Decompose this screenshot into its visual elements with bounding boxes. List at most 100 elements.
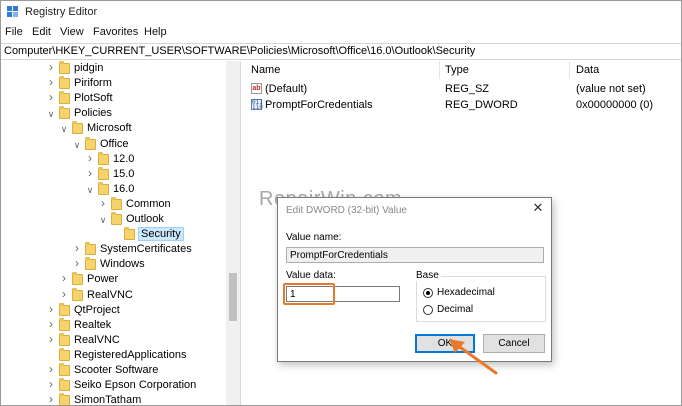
folder-icon (72, 287, 83, 301)
chevron-down-icon[interactable]: ∨ (60, 124, 68, 134)
value-type: REG_SZ (445, 83, 490, 95)
value-row[interactable]: ab (Default) REG_SZ (value not set) (243, 82, 681, 97)
tree-node[interactable]: › Common (1, 196, 226, 213)
folder-icon (85, 136, 96, 150)
tree-scrollbar[interactable] (226, 61, 240, 405)
menu-file[interactable]: File (5, 26, 23, 38)
string-value-icon: ab (251, 83, 262, 94)
folder-icon (124, 227, 135, 241)
tree-node-label: RealVNC (74, 333, 120, 346)
tree-node[interactable]: › Windows (1, 257, 226, 273)
chevron-right-icon[interactable]: › (86, 167, 94, 179)
chevron-right-icon[interactable]: › (99, 197, 107, 209)
folder-icon (85, 257, 96, 271)
tree-node[interactable]: › Power (1, 272, 226, 288)
tree-node-label: Outlook (126, 213, 164, 225)
value-row[interactable]: 011 110 PromptForCredentials REG_DWORD 0x… (243, 98, 681, 113)
tree-node[interactable]: ∨ Outlook (1, 212, 226, 228)
tree-node-label: Office (100, 137, 129, 150)
edit-dword-dialog: Edit DWORD (32-bit) Value ✕ Value name: … (277, 197, 552, 362)
tree-node[interactable]: › RealVNC (1, 287, 226, 304)
column-header-name[interactable]: Name (251, 64, 280, 76)
chevron-right-icon[interactable]: › (47, 91, 55, 103)
menu-help[interactable]: Help (144, 26, 167, 38)
title-bar: Registry Editor (1, 1, 681, 23)
dialog-title: Edit DWORD (32-bit) Value (286, 205, 407, 216)
tree-node[interactable]: ∨ Office (1, 136, 226, 153)
chevron-down-icon[interactable]: ∨ (47, 109, 55, 119)
address-bar[interactable]: Computer\HKEY_CURRENT_USER\SOFTWARE\Poli… (1, 43, 681, 60)
tree-node[interactable]: › 15.0 (1, 166, 226, 183)
chevron-right-icon[interactable]: › (47, 363, 55, 375)
base-group (416, 276, 546, 322)
chevron-right-icon[interactable]: › (73, 257, 81, 269)
chevron-down-icon[interactable]: ∨ (73, 140, 81, 150)
tree-node-label: Power (87, 273, 119, 286)
chevron-right-icon[interactable]: › (47, 76, 55, 88)
close-icon[interactable]: ✕ (531, 201, 545, 215)
value-name: PromptForCredentials (265, 99, 373, 111)
tree-node[interactable]: Security (1, 227, 226, 243)
tree-node-label: 16.0 (113, 182, 135, 195)
address-path[interactable]: Computer\HKEY_CURRENT_USER\SOFTWARE\Poli… (4, 45, 475, 57)
chevron-right-icon[interactable]: › (73, 242, 81, 254)
tree-node[interactable]: ∨ Microsoft (1, 121, 226, 137)
menu-bar: File Edit View Favorites Help (1, 25, 681, 42)
chevron-right-icon[interactable]: › (47, 318, 55, 330)
value-name-field: PromptForCredentials (286, 247, 544, 263)
window-title: Registry Editor (25, 6, 98, 18)
tree-node-label: Security (138, 227, 184, 242)
chevron-right-icon[interactable]: › (60, 288, 68, 300)
tree-node-label: Policies (74, 107, 112, 120)
tree-node[interactable]: › PlotSoft (1, 91, 226, 107)
radio-label: Hexadecimal (437, 287, 495, 298)
tree-node-label: Scooter Software (74, 364, 159, 376)
folder-icon (59, 106, 70, 120)
tree-node-label: Seiko Epson Corporation (74, 379, 197, 392)
registry-editor-icon (7, 6, 19, 18)
chevron-right-icon[interactable]: › (47, 393, 55, 405)
tree-node[interactable]: › Piriform (1, 76, 226, 92)
folder-icon (59, 61, 70, 74)
column-header-data[interactable]: Data (576, 64, 599, 76)
folder-icon (59, 76, 70, 90)
tree-node[interactable]: › RealVNC (1, 332, 226, 349)
tree-node-label: Microsoft (87, 122, 132, 135)
tree-node[interactable]: › pidgin (1, 61, 226, 77)
tree-node[interactable]: › Realtek (1, 317, 226, 334)
column-header-type[interactable]: Type (445, 64, 469, 76)
tree-node[interactable]: › QtProject (1, 302, 226, 319)
tree-node[interactable]: › Seiko Epson Corporation (1, 378, 226, 394)
tree-node-label: 15.0 (113, 167, 135, 180)
chevron-down-icon[interactable]: ∨ (99, 215, 107, 225)
chevron-right-icon[interactable]: › (47, 61, 55, 73)
radio-button[interactable] (423, 305, 433, 315)
chevron-down-icon[interactable]: ∨ (86, 185, 94, 195)
menu-edit[interactable]: Edit (32, 26, 51, 38)
chevron-right-icon[interactable]: › (47, 303, 55, 315)
tree-node[interactable]: ∨ Policies (1, 106, 226, 122)
chevron-right-icon[interactable]: › (47, 333, 55, 345)
tree-node[interactable]: › 12.0 (1, 151, 226, 168)
tree-node[interactable]: RegisteredApplications (1, 347, 226, 364)
chevron-right-icon[interactable]: › (86, 152, 94, 164)
pointer-arrow-icon (449, 339, 498, 375)
value-data: (value not set) (576, 83, 646, 95)
folder-icon (59, 317, 70, 331)
tree-node[interactable]: › Scooter Software (1, 363, 226, 379)
column-divider[interactable] (569, 61, 570, 79)
chevron-right-icon[interactable]: › (47, 378, 55, 390)
binary-value-icon: 011 110 (251, 99, 263, 111)
chevron-right-icon[interactable]: › (60, 272, 68, 284)
column-divider[interactable] (439, 61, 440, 79)
tree-node[interactable]: ∨ 16.0 (1, 181, 226, 198)
menu-favorites[interactable]: Favorites (93, 26, 138, 38)
menu-view[interactable]: View (60, 26, 84, 38)
folder-icon (98, 151, 109, 165)
radio-button-checked[interactable] (423, 288, 433, 298)
folder-icon (111, 196, 122, 210)
tree-scrollbar-thumb[interactable] (229, 273, 237, 321)
folder-icon (59, 91, 70, 105)
tree-node[interactable]: › SimonTatham (1, 393, 226, 405)
tree-node[interactable]: › SystemCertificates (1, 242, 226, 258)
